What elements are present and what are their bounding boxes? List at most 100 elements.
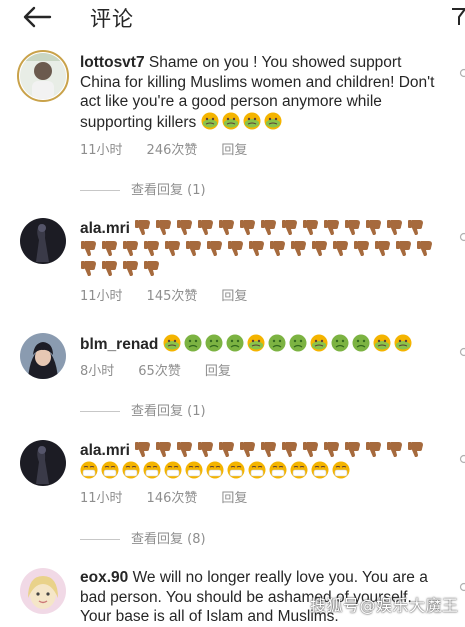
thumbs-down-emoji [134, 218, 152, 236]
nauseated-face-emoji [373, 334, 391, 352]
nauseated-face-emoji [201, 112, 219, 130]
comment-likes[interactable]: 145次赞 [147, 289, 198, 304]
comment-text-block: blm_renad [80, 334, 440, 355]
thumbs-down-emoji [302, 440, 320, 458]
reply-button[interactable]: 回复 [221, 289, 247, 304]
thumbs-down-emoji [206, 239, 224, 257]
thumbs-down-emoji [269, 239, 287, 257]
thumbs-down-emoji [122, 259, 140, 277]
arrow-left-icon[interactable] [22, 6, 52, 28]
comment-username[interactable]: eox.90 [80, 569, 128, 586]
avatar[interactable] [20, 568, 66, 614]
divider-line [80, 539, 120, 540]
filter-icon[interactable] [450, 6, 465, 28]
page-title: 评论 [90, 3, 134, 33]
avatar[interactable] [20, 333, 66, 379]
nauseated-face-emoji [222, 112, 240, 130]
sick-face-emoji [331, 334, 349, 352]
thumbs-down-emoji [281, 440, 299, 458]
sick-face-emoji [289, 334, 307, 352]
mask-face-emoji [332, 461, 350, 479]
view-replies-label[interactable]: 查看回复 (1) [131, 183, 206, 198]
thumbs-down-emoji [344, 218, 362, 236]
like-heart-icon[interactable] [459, 232, 465, 242]
sick-face-emoji [352, 334, 370, 352]
comment-text-block: ala.mri [80, 440, 440, 481]
thumbs-down-emoji [353, 239, 371, 257]
comment-meta: 11小时 146次赞 回复 [80, 487, 271, 506]
comment-time: 8小时 [80, 364, 114, 379]
like-heart-icon[interactable] [459, 454, 465, 464]
thumbs-down-emoji [281, 218, 299, 236]
thumbs-down-emoji [407, 440, 425, 458]
thumbs-down-emoji [386, 440, 404, 458]
thumbs-down-emoji [260, 218, 278, 236]
comment-time: 11小时 [80, 491, 123, 506]
thumbs-down-emoji [395, 239, 413, 257]
emoji-row [80, 441, 428, 480]
comment-username[interactable]: blm_renad [80, 336, 158, 353]
comment-likes[interactable]: 146次赞 [147, 491, 198, 506]
mask-face-emoji [227, 461, 245, 479]
thumbs-down-emoji [101, 259, 119, 277]
emoji-row [163, 335, 415, 353]
watermark: 搜狐号@娱乐大魔王 [310, 592, 459, 616]
thumbs-down-emoji [365, 218, 383, 236]
comment-likes[interactable]: 65次赞 [138, 364, 181, 379]
comment-username[interactable]: ala.mri [80, 220, 130, 237]
thumbs-down-emoji [248, 239, 266, 257]
thumbs-down-emoji [164, 239, 182, 257]
thumbs-down-emoji [386, 218, 404, 236]
mask-face-emoji [185, 461, 203, 479]
mask-face-emoji [248, 461, 266, 479]
thumbs-down-emoji [407, 218, 425, 236]
like-heart-icon[interactable] [459, 582, 465, 592]
comment-likes[interactable]: 246次赞 [147, 143, 198, 158]
view-replies-button[interactable]: 查看回复 (1) [80, 400, 206, 419]
reply-button[interactable]: 回复 [221, 491, 247, 506]
thumbs-down-emoji [80, 259, 98, 277]
avatar[interactable] [20, 440, 66, 486]
comment-time: 11小时 [80, 143, 123, 158]
comment-time: 11小时 [80, 289, 123, 304]
comment-meta: 11小时 145次赞 回复 [80, 285, 271, 304]
thumbs-down-emoji [218, 440, 236, 458]
nauseated-face-emoji [247, 334, 265, 352]
mask-face-emoji [269, 461, 287, 479]
mask-face-emoji [122, 461, 140, 479]
view-replies-button[interactable]: 查看回复 (8) [80, 528, 206, 547]
avatar[interactable] [20, 218, 66, 264]
sick-face-emoji [205, 334, 223, 352]
thumbs-down-emoji [239, 218, 257, 236]
comment-username[interactable]: lottosvt7 [80, 54, 145, 71]
thumbs-down-emoji [134, 440, 152, 458]
thumbs-down-emoji [197, 440, 215, 458]
nauseated-face-emoji [163, 334, 181, 352]
comment-meta: 8小时 65次赞 回复 [80, 360, 255, 379]
thumbs-down-emoji [176, 440, 194, 458]
mask-face-emoji [206, 461, 224, 479]
thumbs-down-emoji [185, 239, 203, 257]
comment-text-block: ala.mri [80, 218, 440, 280]
reply-button[interactable]: 回复 [221, 143, 247, 158]
like-heart-icon[interactable] [459, 68, 465, 78]
thumbs-down-emoji [311, 239, 329, 257]
view-replies-label[interactable]: 查看回复 (8) [131, 532, 206, 547]
thumbs-down-emoji [332, 239, 350, 257]
like-heart-icon[interactable] [459, 347, 465, 357]
mask-face-emoji [80, 461, 98, 479]
sick-face-emoji [268, 334, 286, 352]
view-replies-button[interactable]: 查看回复 (1) [80, 179, 206, 198]
top-bar: 评论 [0, 0, 465, 36]
thumbs-down-emoji [197, 218, 215, 236]
thumbs-down-emoji [176, 218, 194, 236]
thumbs-down-emoji [80, 239, 98, 257]
thumbs-down-emoji [143, 239, 161, 257]
thumbs-down-emoji [155, 218, 173, 236]
comment-username[interactable]: ala.mri [80, 442, 130, 459]
view-replies-label[interactable]: 查看回复 (1) [131, 404, 206, 419]
reply-button[interactable]: 回复 [205, 364, 231, 379]
avatar[interactable] [20, 53, 66, 99]
thumbs-down-emoji [344, 440, 362, 458]
nauseated-face-emoji [243, 112, 261, 130]
